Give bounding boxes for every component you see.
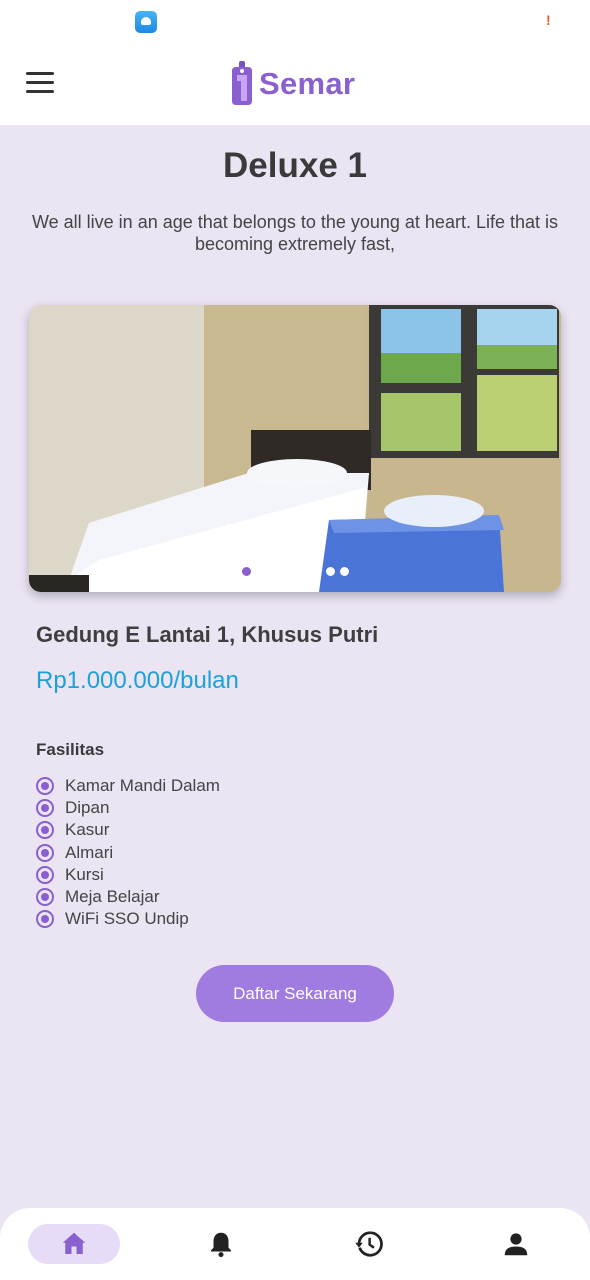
logo-text: Semar — [259, 66, 356, 101]
carousel-dot[interactable] — [269, 567, 279, 576]
room-photo-carousel[interactable] — [29, 305, 561, 592]
carousel-dot[interactable] — [297, 567, 307, 576]
person-icon — [504, 1233, 528, 1256]
carousel-dot[interactable] — [325, 567, 335, 576]
facility-item: Meja Belajar — [36, 886, 220, 908]
status-bar: ! — [0, 0, 590, 44]
facility-item: Kamar Mandi Dalam — [36, 775, 220, 797]
carousel-indicator[interactable] — [29, 567, 561, 576]
alert-icon: ! — [546, 12, 551, 28]
facility-label: Dipan — [65, 798, 110, 818]
facility-label: Kursi — [65, 864, 104, 884]
carousel-dot[interactable] — [283, 567, 293, 576]
bullet-icon — [36, 843, 54, 862]
app-bar: Semar — [0, 44, 590, 125]
bullet-icon — [36, 777, 54, 796]
carousel-dot[interactable] — [311, 567, 321, 576]
carousel-dot[interactable] — [255, 567, 265, 576]
home-icon — [62, 1232, 86, 1254]
bell-icon — [211, 1232, 231, 1258]
bullet-icon — [36, 821, 54, 840]
menu-icon[interactable] — [26, 72, 54, 94]
cloud-app-icon — [135, 11, 157, 33]
room-description: We all live in an age that belongs to th… — [31, 212, 558, 254]
app-logo: Semar — [229, 60, 355, 108]
facility-label: WiFi SSO Undip — [65, 909, 189, 929]
logo-tag-icon — [232, 61, 252, 105]
carousel-dot[interactable] — [339, 567, 349, 576]
facility-label: Almari — [65, 842, 114, 862]
facility-item: Kursi — [36, 864, 220, 886]
register-now-button[interactable]: Daftar Sekarang — [196, 965, 394, 1022]
facility-item: Kasur — [36, 819, 220, 841]
nav-notifications[interactable] — [175, 1224, 267, 1264]
nav-profile[interactable] — [470, 1224, 562, 1264]
bullet-icon — [36, 888, 54, 907]
facility-label: Kasur — [65, 820, 110, 840]
carousel-dot[interactable] — [241, 567, 251, 576]
page-title: Deluxe 1 — [223, 146, 367, 185]
facility-label: Kamar Mandi Dalam — [65, 776, 220, 796]
facilities-list: Kamar Mandi Dalam Dipan Kasur Almari Kursi Me… — [36, 775, 220, 930]
bullet-icon — [36, 910, 54, 929]
facility-label: Meja Belajar — [65, 887, 160, 907]
bullet-icon — [36, 865, 54, 884]
room-photo — [29, 305, 561, 592]
room-price: Rp1.000.000/bulan — [36, 667, 239, 694]
history-icon — [355, 1231, 383, 1257]
room-location: Gedung E Lantai 1, Khusus Putri — [36, 622, 379, 647]
facility-item: Almari — [36, 842, 220, 864]
facilities-title: Fasilitas — [36, 740, 105, 759]
bottom-navigation — [0, 1208, 590, 1280]
nav-home[interactable] — [28, 1224, 120, 1264]
facility-item: WiFi SSO Undip — [36, 908, 220, 930]
facility-item: Dipan — [36, 797, 220, 819]
nav-history[interactable] — [323, 1224, 415, 1264]
bullet-icon — [36, 799, 54, 818]
